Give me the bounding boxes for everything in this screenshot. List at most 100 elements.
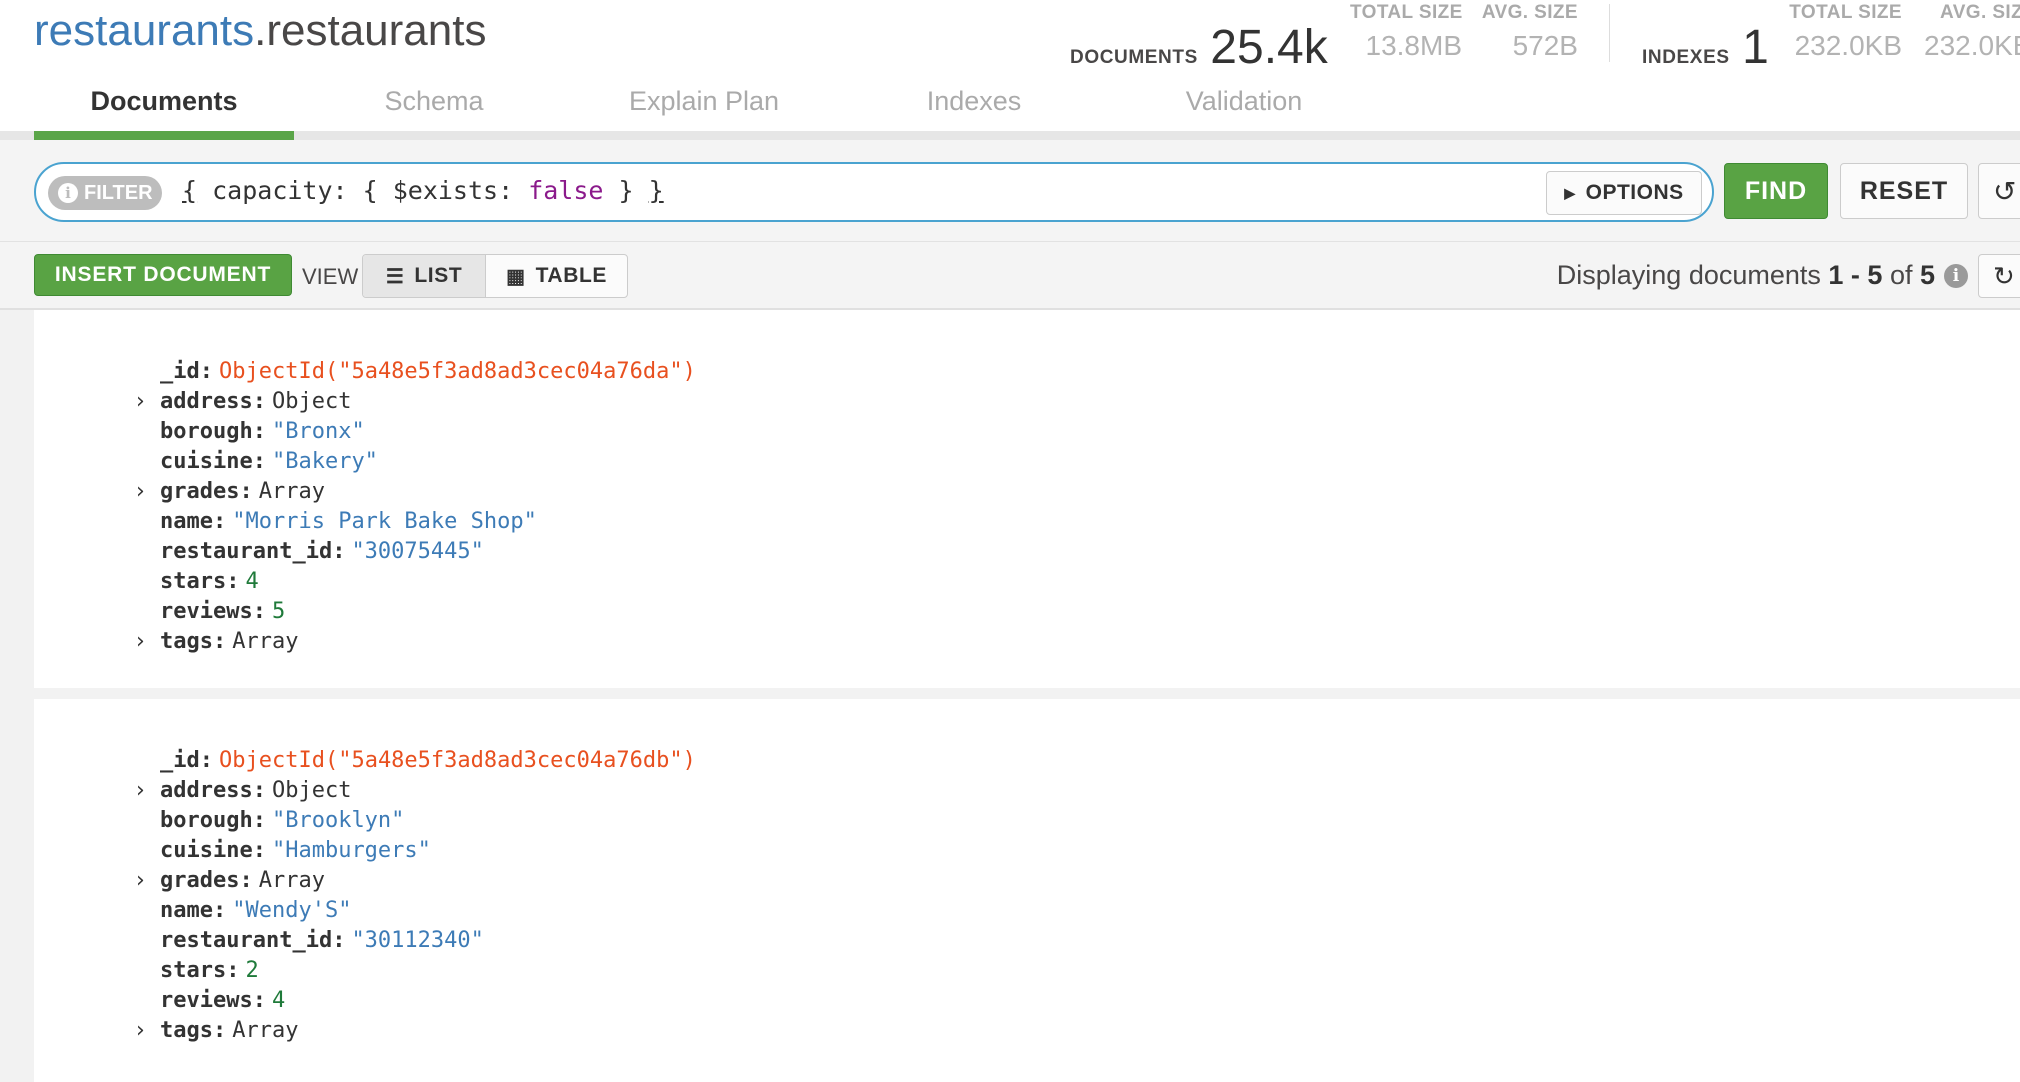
filter-input[interactable]: i FILTER { capacity: { $exists: false } … [34, 162, 1714, 222]
field-colon: : [239, 478, 253, 504]
document-card[interactable]: _id: ObjectId("5a48e5f3ad8ad3cec04a76db")… [34, 699, 2020, 1082]
query-history-button[interactable]: ↺ [1978, 163, 2020, 219]
reset-button[interactable]: RESET [1840, 163, 1968, 219]
filter-query-text[interactable]: { capacity: { $exists: false } } [182, 176, 664, 205]
doc-total-size-value: 13.8MB [1365, 30, 1463, 61]
filter-query-post: } [603, 176, 649, 205]
filter-label: FILTER [84, 181, 153, 204]
field-key: restaurant_id [160, 927, 333, 953]
field-colon: : [212, 1017, 227, 1043]
tab-explain-plan[interactable]: Explain Plan [604, 86, 804, 117]
document-field-grades[interactable]: grades: Array [160, 476, 325, 506]
table-label: TABLE [535, 264, 607, 287]
chevron-right-icon[interactable]: › [136, 865, 145, 895]
document-field-grades[interactable]: grades: Array [160, 865, 325, 895]
chevron-right-icon[interactable]: › [136, 476, 145, 506]
field-value: 4 [271, 987, 286, 1013]
history-icon: ↺ [1993, 175, 2017, 207]
field-key: reviews [160, 598, 253, 624]
document-field-tags[interactable]: tags: Array [160, 1015, 298, 1045]
field-key: name [160, 897, 213, 923]
tab-indexes[interactable]: Indexes [884, 86, 1064, 117]
chevron-right-icon[interactable]: › [136, 775, 145, 805]
chevron-right-icon[interactable]: › [136, 1015, 145, 1045]
field-colon: : [252, 837, 266, 863]
field-value: Array [258, 867, 325, 893]
field-value: Object [271, 777, 352, 803]
field-key: borough [160, 418, 253, 444]
namespace-title: restaurants.restaurants [34, 6, 486, 56]
field-colon: : [252, 448, 266, 474]
idx-total-size-stat: TOTAL SIZE 232.0KB [1786, 2, 1902, 62]
field-colon: : [252, 388, 266, 414]
indexes-stat: INDEXES 1 [1642, 20, 1769, 75]
document-field-borough[interactable]: borough: "Brooklyn" [160, 805, 404, 835]
filter-query-pre: capacity: { $exists: [197, 176, 529, 205]
table-icon: ▦ [506, 265, 526, 288]
indexes-label: INDEXES [1642, 47, 1730, 68]
document-list: _id: ObjectId("5a48e5f3ad8ad3cec04a76da")… [0, 310, 2020, 1082]
doc-avg-size-stat: AVG. SIZE 572B [1480, 2, 1578, 62]
field-colon: : [252, 777, 266, 803]
field-key: name [160, 508, 213, 534]
field-value: 4 [245, 568, 259, 594]
doc-total-size-label: TOTAL SIZE [1350, 2, 1463, 23]
document-field-stars[interactable]: stars:4 [160, 566, 259, 596]
document-field-cuisine[interactable]: cuisine: "Bakery" [160, 446, 378, 476]
document-card[interactable]: _id: ObjectId("5a48e5f3ad8ad3cec04a76da")… [34, 310, 2020, 688]
namespace-separator: . [254, 6, 267, 55]
insert-document-button[interactable]: INSERT DOCUMENT [34, 254, 292, 296]
field-value: "Bakery" [271, 448, 378, 474]
documents-toolbar: INSERT DOCUMENT VIEW ☰ LIST ▦ TABLE Disp… [0, 242, 2020, 310]
field-colon: : [199, 747, 213, 773]
field-colon: : [332, 927, 346, 953]
compass-documents-view: restaurants.restaurants DOCUMENTS 25.4k … [0, 0, 2020, 1082]
field-key: address [160, 777, 253, 803]
document-field--id[interactable]: _id: ObjectId("5a48e5f3ad8ad3cec04a76db") [160, 745, 696, 775]
info-icon[interactable]: i [1944, 264, 1968, 288]
displaying-of: of [1882, 260, 1920, 290]
list-label: LIST [414, 264, 463, 287]
filter-query-keyword: false [528, 176, 604, 205]
document-field-reviews[interactable]: reviews:5 [160, 596, 285, 626]
field-colon: : [212, 628, 227, 654]
options-label: OPTIONS [1585, 181, 1684, 204]
list-icon: ☰ [385, 265, 405, 288]
chevron-right-icon[interactable]: › [136, 386, 145, 416]
document-field-restaurant-id[interactable]: restaurant_id: "30112340" [160, 925, 484, 955]
tab-schema[interactable]: Schema [344, 86, 524, 117]
document-field-stars[interactable]: stars:2 [160, 955, 259, 985]
field-key: tags [160, 1017, 213, 1043]
field-colon: : [212, 508, 227, 534]
filter-pill[interactable]: i FILTER [48, 176, 162, 210]
document-field-borough[interactable]: borough: "Bronx" [160, 416, 365, 446]
field-key: cuisine [160, 837, 253, 863]
field-key: stars [160, 957, 227, 983]
field-key: borough [160, 807, 253, 833]
database-name[interactable]: restaurants [34, 6, 254, 55]
document-field--id[interactable]: _id: ObjectId("5a48e5f3ad8ad3cec04a76da") [160, 356, 696, 386]
field-value: ObjectId("5a48e5f3ad8ad3cec04a76db") [219, 747, 696, 773]
refresh-button[interactable]: ↻ [1978, 254, 2020, 298]
field-key: _id [160, 747, 200, 773]
field-value: "Wendy'S" [232, 897, 352, 923]
options-button[interactable]: ▶ OPTIONS [1546, 171, 1702, 215]
document-field-address[interactable]: address: Object [160, 775, 351, 805]
document-field-name[interactable]: name: "Morris Park Bake Shop" [160, 506, 537, 536]
documents-label: DOCUMENTS [1070, 47, 1198, 68]
field-colon: : [226, 957, 240, 983]
document-field-tags[interactable]: tags: Array [160, 626, 298, 656]
caret-right-icon: ▶ [1564, 184, 1576, 201]
document-field-restaurant-id[interactable]: restaurant_id: "30075445" [160, 536, 484, 566]
chevron-right-icon[interactable]: › [136, 626, 145, 656]
table-view-button[interactable]: ▦ TABLE [486, 255, 627, 297]
list-view-button[interactable]: ☰ LIST [363, 255, 487, 297]
document-field-cuisine[interactable]: cuisine: "Hamburgers" [160, 835, 431, 865]
document-field-address[interactable]: address: Object [160, 386, 351, 416]
document-field-reviews[interactable]: reviews:4 [160, 985, 285, 1015]
tab-validation[interactable]: Validation [1144, 86, 1344, 117]
filter-open-brace: { [182, 176, 198, 205]
find-button[interactable]: FIND [1724, 163, 1828, 219]
tab-documents[interactable]: Documents [34, 86, 294, 117]
document-field-name[interactable]: name: "Wendy'S" [160, 895, 351, 925]
